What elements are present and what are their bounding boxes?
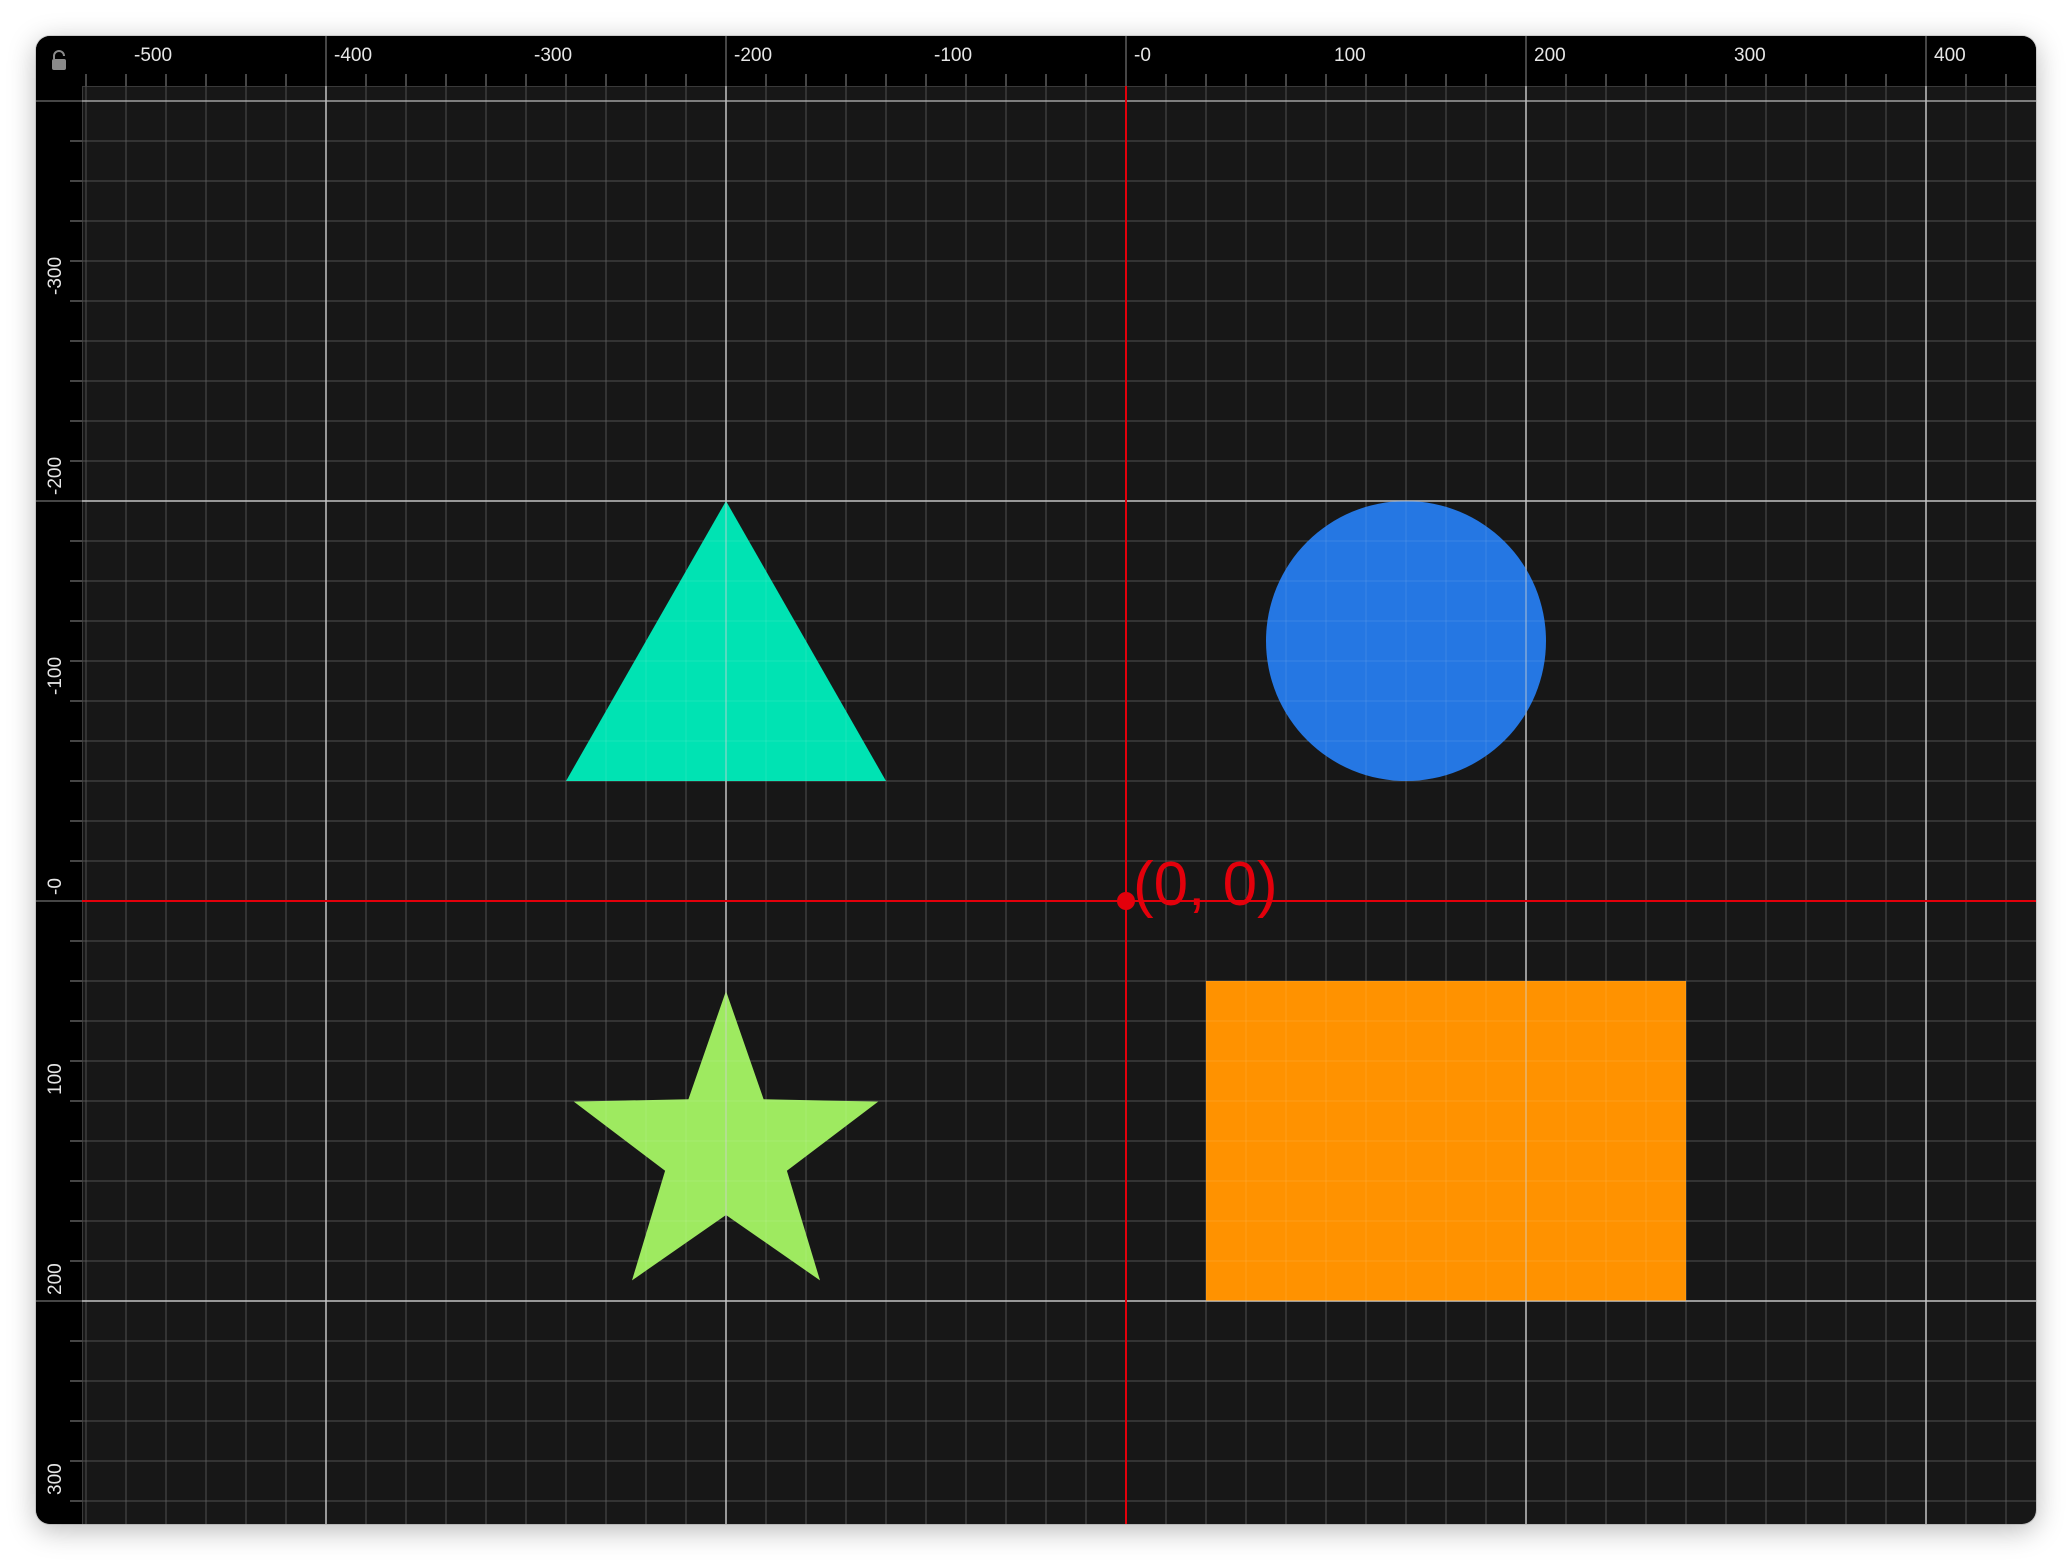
ruler-label: 100 bbox=[45, 1063, 66, 1095]
ruler-label: 400 bbox=[1934, 45, 1966, 66]
ruler-label: -200 bbox=[734, 45, 772, 66]
ruler-label: -500 bbox=[134, 45, 172, 66]
vertical-ruler-ticks: -300 -200 -100 -0 100 200 300 bbox=[36, 100, 82, 1502]
ruler-label: -300 bbox=[45, 257, 66, 295]
ruler-label: -0 bbox=[1134, 45, 1151, 66]
horizontal-ruler[interactable]: -500 -400 -300 -200 -100 -0 100 200 300 400 bbox=[82, 36, 2036, 87]
ruler-corner[interactable] bbox=[36, 36, 82, 86]
lock-icon[interactable] bbox=[50, 50, 68, 72]
grid-overlay bbox=[82, 86, 2036, 1524]
ruler-label: 200 bbox=[1534, 45, 1566, 66]
ruler-label: 100 bbox=[1334, 45, 1366, 66]
ruler-label: -0 bbox=[45, 878, 66, 895]
ruler-label: 300 bbox=[1734, 45, 1766, 66]
ruler-label: -200 bbox=[45, 457, 66, 495]
canvas-window: -500 -400 -300 -200 -100 -0 100 200 300 400 -300-… bbox=[36, 36, 2036, 1524]
ruler-label: 200 bbox=[45, 1263, 66, 1295]
origin-label: (0, 0) bbox=[1133, 850, 1278, 919]
vertical-ruler[interactable]: -300 -200 -100 -0 100 200 300 bbox=[36, 86, 83, 1524]
drawing-canvas[interactable]: (0, 0) bbox=[82, 86, 2036, 1524]
ruler-label: -300 bbox=[534, 45, 572, 66]
minor-grid bbox=[82, 86, 2036, 1524]
horizontal-ruler-ticks: -500 -400 -300 -200 -100 -0 100 200 300 400 bbox=[85, 36, 2007, 86]
ruler-label: -100 bbox=[45, 657, 66, 695]
ruler-label: -400 bbox=[334, 45, 372, 66]
ruler-label: 300 bbox=[45, 1463, 66, 1495]
ruler-label: -100 bbox=[934, 45, 972, 66]
major-grid-overlay bbox=[82, 86, 2036, 1524]
canvas-drawing bbox=[82, 86, 2036, 1524]
major-grid bbox=[82, 86, 2036, 1524]
